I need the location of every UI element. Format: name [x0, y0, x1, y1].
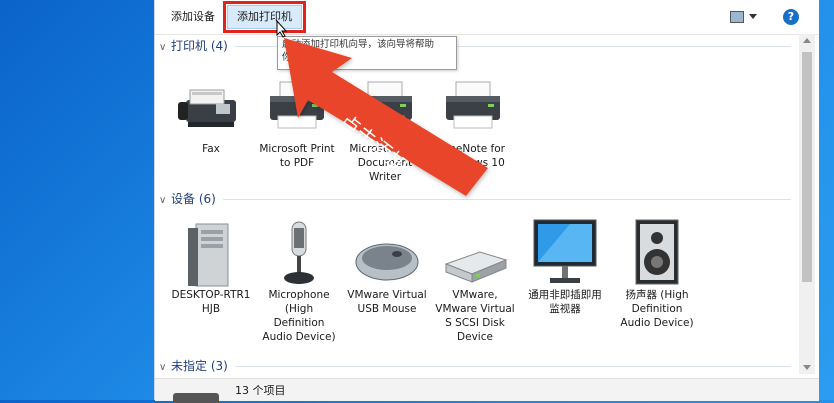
mouse-icon	[352, 218, 422, 288]
device-label: Microphone (High Definition Audio Device…	[262, 289, 336, 343]
chevron-down-icon: ∨	[159, 42, 167, 53]
chevron-down-icon: ∨	[159, 362, 167, 373]
section-unspecified-title: 未指定 (3)	[171, 359, 228, 373]
selected-device-thumbnail	[173, 393, 219, 403]
printer-icon	[438, 72, 508, 142]
device-item-monitor[interactable]: 通用非即插即用监视器	[525, 218, 605, 316]
disk-drive-icon	[440, 218, 510, 288]
device-label: 通用非即插即用监视器	[528, 289, 602, 315]
device-item-speaker[interactable]: 扬声器 (High Definition Audio Device)	[617, 218, 697, 330]
section-devices-header[interactable]: ∨ 设备 (6)	[159, 191, 216, 207]
scroll-down-icon[interactable]	[803, 365, 811, 370]
devices-and-printers-window: 添加设备 添加打印机 ? ∨ 打印机 (4) Fax Microsoft Pri…	[154, 0, 819, 403]
printer-icon	[262, 72, 332, 142]
section-divider	[223, 199, 791, 200]
device-item-fax[interactable]: Fax	[171, 72, 251, 156]
computer-tower-icon	[176, 218, 246, 288]
device-item-computer[interactable]: DESKTOP-RTR1 HJB	[171, 218, 251, 316]
device-item-scsi-disk[interactable]: VMware, VMware Virtual S SCSI Disk Devic…	[435, 218, 515, 344]
add-printer-tooltip: 启动添加打印机向导，该向导将帮助你...	[277, 36, 457, 70]
chevron-down-icon	[749, 14, 757, 19]
device-label: Fax	[202, 143, 220, 155]
section-printers-title: 打印机 (4)	[171, 39, 228, 53]
device-label: Microsoft Print to PDF	[259, 143, 335, 169]
view-icon	[730, 11, 744, 23]
change-view-button[interactable]	[730, 10, 760, 24]
device-item-mouse[interactable]: VMware Virtual USB Mouse	[347, 218, 427, 316]
chevron-down-icon: ∨	[159, 195, 167, 206]
scroll-thumb[interactable]	[802, 52, 812, 282]
item-count: 13 个项目	[235, 384, 286, 397]
status-bar: 13 个项目	[155, 378, 819, 403]
device-item-onenote[interactable]: OneNote for Windows 10	[433, 72, 513, 170]
toolbar: 添加设备 添加打印机 ?	[155, 0, 819, 35]
section-divider	[235, 366, 791, 367]
add-device-button[interactable]: 添加设备	[163, 7, 223, 27]
section-printers-header[interactable]: ∨ 打印机 (4)	[159, 38, 228, 54]
mouse-cursor-icon	[276, 19, 288, 41]
section-devices-title: 设备 (6)	[171, 192, 216, 206]
help-button[interactable]: ?	[783, 9, 799, 25]
fax-icon	[176, 72, 246, 142]
device-label: DESKTOP-RTR1 HJB	[171, 289, 251, 315]
vertical-scrollbar[interactable]	[799, 34, 815, 374]
section-unspecified-header[interactable]: ∨ 未指定 (3)	[159, 358, 228, 374]
speaker-icon	[622, 218, 692, 288]
device-label: OneNote for Windows 10	[440, 143, 505, 169]
device-item-microphone[interactable]: Microphone (High Definition Audio Device…	[259, 218, 339, 344]
microphone-icon	[264, 218, 334, 288]
monitor-icon	[530, 218, 600, 288]
scroll-up-icon[interactable]	[803, 38, 811, 43]
device-label: VMware Virtual USB Mouse	[347, 289, 427, 315]
add-printer-button[interactable]: 添加打印机	[223, 1, 306, 33]
device-label: VMware, VMware Virtual S SCSI Disk Devic…	[435, 289, 515, 343]
device-item-print-to-pdf[interactable]: Microsoft Print to PDF	[257, 72, 337, 170]
device-label: 扬声器 (High Definition Audio Device)	[620, 289, 694, 329]
